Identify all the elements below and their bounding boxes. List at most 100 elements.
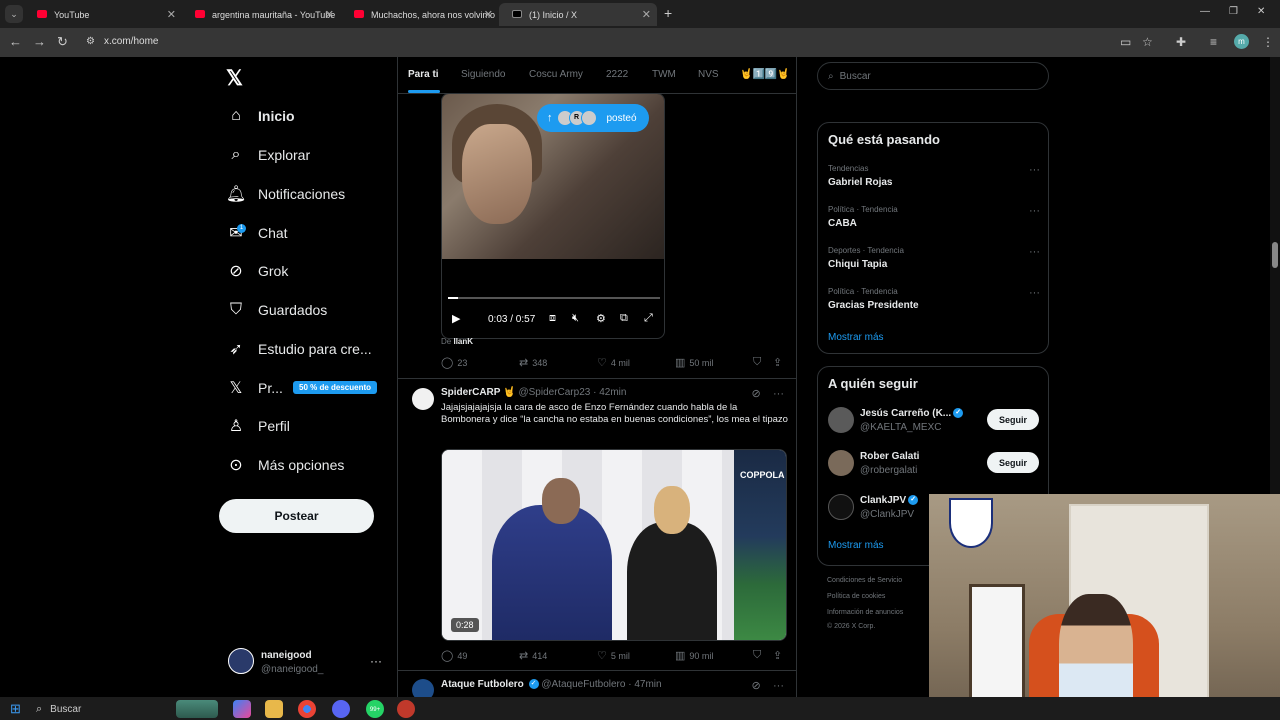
attribution-name[interactable]: IlanK [453, 337, 473, 346]
whatsapp-icon[interactable]: 99+ [366, 700, 384, 718]
mute-icon[interactable]: 🔇︎ [572, 312, 579, 325]
tweet-time[interactable]: · 42min [593, 387, 626, 398]
reply-button[interactable]: ◯ 49 [441, 649, 467, 662]
author-name[interactable]: Ataque Futbolero [441, 679, 524, 690]
play-icon[interactable]: ▶ [452, 312, 460, 325]
author-handle[interactable]: @SpiderCarp23 [518, 387, 590, 398]
more-icon[interactable]: ··· [773, 680, 784, 692]
nav-item-grok[interactable]: ⊘ Grok [226, 256, 288, 286]
footer-link[interactable]: Condiciones de Servicio [827, 577, 902, 584]
author-handle[interactable]: @AtaqueFutbolero [541, 679, 625, 690]
follow-button[interactable]: Seguir [987, 409, 1039, 430]
more-icon[interactable]: ··· [1029, 164, 1040, 176]
follow-suggestion[interactable]: Rober Galati @robergalati Seguir [828, 450, 1040, 480]
tab-coscu-army[interactable]: Coscu Army [529, 69, 583, 80]
close-window-button[interactable]: ✕ [1257, 6, 1265, 17]
restore-button[interactable]: ❐ [1229, 6, 1238, 17]
grok-icon[interactable]: ⊘ [752, 680, 761, 692]
bookmark-button[interactable]: ⛉ [753, 356, 761, 369]
settings-gear-icon[interactable]: ⚙ [596, 312, 606, 325]
close-tab-icon[interactable]: ✕ [484, 8, 493, 21]
tab-para-ti[interactable]: Para ti [408, 69, 439, 80]
fullscreen-icon[interactable]: ⤢ [644, 312, 653, 325]
reply-button[interactable]: ◯ 23 [441, 356, 467, 369]
more-icon[interactable]: ··· [1029, 205, 1040, 217]
more-icon[interactable]: ··· [773, 388, 784, 400]
captions-icon[interactable]: ⧈ [549, 312, 556, 325]
back-arrow-icon[interactable]: ← [9, 34, 22, 49]
forward-arrow-icon[interactable]: → [33, 34, 46, 49]
browser-tab-muchachos[interactable]: Muchachos, ahora nos volvimo ✕ [341, 3, 499, 26]
footer-link[interactable]: Información de anuncios [827, 609, 903, 616]
bookmark-button[interactable]: ⛉ [753, 649, 761, 662]
trend-item[interactable]: Tendencias Gabriel Rojas ··· [828, 164, 1040, 188]
tab-search-button[interactable]: ⌄ [5, 5, 23, 23]
video-player[interactable]: COPPOLA 0:28 [441, 449, 787, 641]
grok-icon[interactable]: ⊘ [752, 388, 761, 400]
close-tab-icon[interactable]: ✕ [167, 8, 176, 21]
new-tab-button[interactable]: + [664, 5, 672, 21]
share-button[interactable]: ⇪ [773, 356, 782, 369]
more-icon[interactable]: ··· [1029, 287, 1040, 299]
x-logo-icon[interactable]: 𝕏 [226, 66, 243, 91]
minimize-button[interactable]: — [1200, 6, 1210, 17]
nav-item-perfil[interactable]: ♙ Perfil [226, 411, 290, 441]
show-more-follow-link[interactable]: Mostrar más [828, 540, 884, 551]
author-name[interactable]: SpiderCARP [441, 387, 500, 398]
repost-button[interactable]: ⇄ 348 [519, 356, 547, 369]
nav-item-premium[interactable]: 𝕏 Pr... [226, 373, 283, 403]
chrome-icon[interactable] [298, 700, 316, 718]
like-button[interactable]: ♡ 4 mil [597, 356, 630, 369]
file-explorer-icon[interactable] [265, 700, 283, 718]
avatar[interactable] [412, 388, 434, 410]
views-button[interactable]: ▥ 90 mil [675, 649, 713, 662]
follow-suggestion[interactable]: Jesús Carreño (K... ✓ @KAELTA_MEXC Seguir [828, 407, 1040, 437]
trend-item[interactable]: Deportes · Tendencia Chiqui Tapia ··· [828, 246, 1040, 270]
nav-item-chat[interactable]: ✉ 1 Chat [226, 218, 288, 248]
tweet-time[interactable]: · 47min [628, 679, 661, 690]
close-tab-icon[interactable]: ✕ [325, 8, 334, 21]
repost-button[interactable]: ⇄ 414 [519, 649, 547, 662]
footer-link[interactable]: Política de cookies [827, 593, 885, 600]
views-button[interactable]: ▥ 50 mil [675, 356, 713, 369]
nav-item-inicio[interactable]: ⌂ Inicio [226, 101, 294, 131]
install-app-icon[interactable]: ▭ [1120, 35, 1131, 49]
url-field[interactable]: x.com/home [104, 36, 158, 47]
profile-avatar[interactable]: m [1234, 34, 1249, 49]
nav-item-mas-opciones[interactable]: ⊙ Más opciones [226, 450, 344, 480]
trend-item[interactable]: Política · Tendencia CABA ··· [828, 205, 1040, 229]
extensions-icon[interactable]: ✚ [1176, 35, 1186, 49]
browser-tab-youtube[interactable]: YouTube ✕ [24, 3, 182, 26]
widgets-icon[interactable] [176, 700, 218, 718]
follow-button[interactable]: Seguir [987, 452, 1039, 473]
post-button[interactable]: Postear [219, 499, 374, 533]
tab-emoji-list[interactable]: 🤘1️⃣9️⃣🤘 [740, 69, 790, 80]
new-posts-pill[interactable]: ↑ R posteó [537, 104, 649, 132]
search-input[interactable] [839, 70, 1030, 82]
like-button[interactable]: ♡ 5 mil [597, 649, 630, 662]
share-button[interactable]: ⇪ [773, 649, 782, 662]
nav-item-guardados[interactable]: ⛉ Guardados [226, 295, 327, 325]
nav-item-explorar[interactable]: ⌕ Explorar [226, 140, 311, 170]
tab-twm[interactable]: TWM [652, 69, 676, 80]
more-icon[interactable]: ··· [1029, 246, 1040, 258]
scrollbar-thumb[interactable] [1272, 242, 1278, 268]
avatar[interactable] [412, 679, 434, 697]
trend-item[interactable]: Política · Tendencia Gracias Presidente … [828, 287, 1040, 311]
browser-menu-icon[interactable]: ⋮ [1262, 35, 1274, 49]
discord-icon[interactable] [332, 700, 350, 718]
bookmark-star-icon[interactable]: ☆ [1142, 35, 1153, 49]
tab-2222[interactable]: 2222 [606, 69, 628, 80]
show-more-trends-link[interactable]: Mostrar más [828, 332, 884, 343]
tab-nvs[interactable]: NVS [698, 69, 719, 80]
close-tab-icon[interactable]: ✕ [642, 8, 651, 21]
tab-siguiendo[interactable]: Siguiendo [461, 69, 505, 80]
more-icon[interactable]: ··· [370, 654, 382, 668]
premium-discount-badge[interactable]: 50 % de descuento [293, 381, 378, 394]
app-icon[interactable] [397, 700, 415, 718]
video-progress-bar[interactable] [448, 297, 660, 299]
search-box[interactable]: ⌕ [817, 62, 1049, 90]
nav-item-estudio[interactable]: ➶ Estudio para cre... [226, 334, 371, 364]
pip-icon[interactable]: ⧉ [620, 312, 628, 325]
browser-tab-argentina[interactable]: argentina mauritaña - YouTube ✕ [182, 3, 340, 26]
